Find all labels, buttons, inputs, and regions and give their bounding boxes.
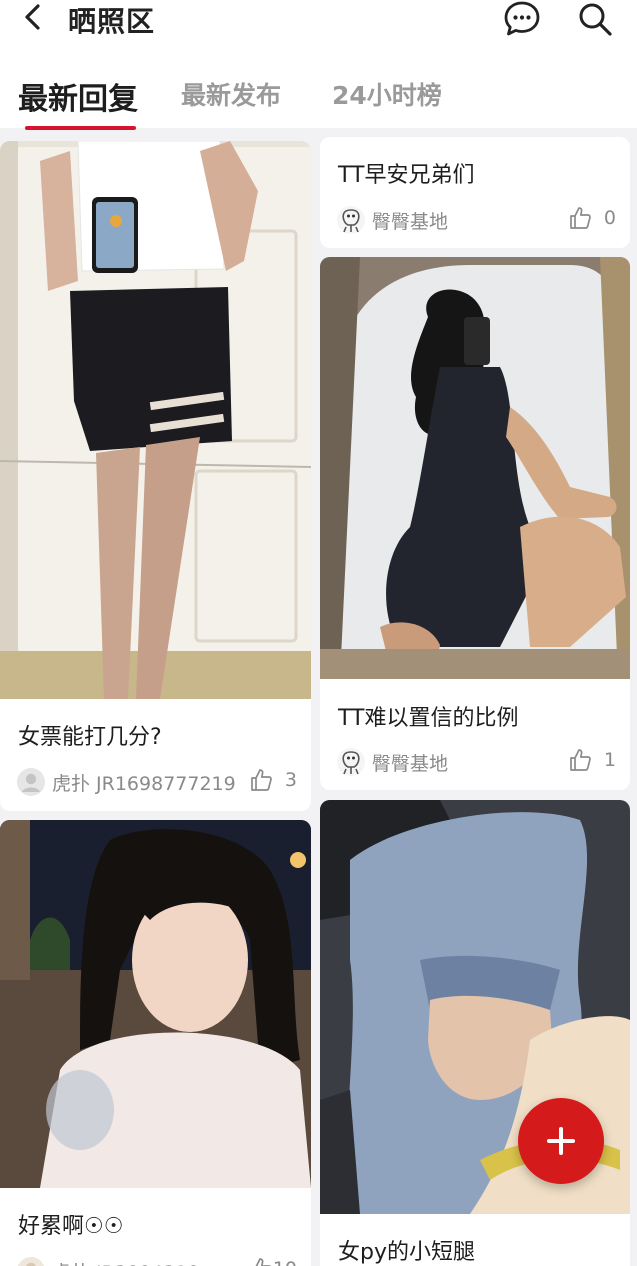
author-name[interactable]: 虎扑 JR1698777219 (52, 769, 236, 796)
thumb-up-icon[interactable] (249, 767, 273, 793)
post-title: 好累啊☉☉ (18, 1214, 124, 1239)
post-title: TT早安兄弟们 (338, 163, 475, 188)
post-card[interactable]: 女票能打几分? 虎扑 JR1698777219 3 (0, 141, 311, 811)
avatar[interactable] (336, 205, 366, 235)
thumb-up-icon[interactable] (568, 205, 592, 231)
thumb-up-icon[interactable] (249, 1256, 273, 1266)
post-meta: 虎扑 JR2094210 10 (16, 1256, 297, 1266)
thumb-up-icon[interactable] (568, 747, 592, 773)
top-bar: 晒照区 最新回复 最新发布 24小时榜 (0, 0, 637, 130)
nav-row: 晒照区 (0, 0, 637, 40)
back-icon[interactable] (16, 0, 52, 36)
tab-24h-ranking[interactable]: 24小时榜 (332, 76, 442, 112)
author-name[interactable]: 臀臀基地 (372, 207, 448, 234)
post-photo (0, 141, 311, 699)
post-photo (320, 257, 630, 679)
page-title: 晒照区 (68, 5, 156, 38)
post-meta: 臀臀基地 0 (336, 205, 616, 235)
create-post-button[interactable] (518, 1098, 604, 1184)
avatar[interactable] (16, 1256, 46, 1266)
avatar[interactable] (16, 767, 46, 797)
post-title: TT难以置信的比例 (338, 706, 519, 731)
post-meta: 虎扑 JR1698777219 3 (16, 767, 297, 797)
post-card[interactable]: 女py的小短腿 (320, 800, 630, 1266)
post-photo (0, 820, 311, 1188)
like-count: 0 (603, 207, 616, 229)
author-name[interactable]: 虎扑 JR2094210 (52, 1258, 199, 1266)
post-feed[interactable]: 女票能打几分? 虎扑 JR1698777219 3 TT早安兄弟们 臀臀基地 0… (0, 130, 637, 1266)
post-card[interactable]: TT早安兄弟们 臀臀基地 0 (320, 137, 630, 248)
like-count: 10 (273, 1258, 297, 1266)
post-card[interactable]: 好累啊☉☉ 虎扑 JR2094210 10 (0, 820, 311, 1266)
tab-latest-reply[interactable]: 最新回复 (18, 74, 138, 118)
post-meta: 臀臀基地 1 (336, 747, 616, 777)
tab-latest-post[interactable]: 最新发布 (181, 76, 281, 112)
tab-bar: 最新回复 最新发布 24小时榜 (0, 70, 637, 130)
avatar[interactable] (336, 747, 366, 777)
post-title: 女py的小短腿 (338, 1240, 475, 1265)
like-count: 1 (603, 749, 616, 771)
search-icon[interactable] (576, 0, 614, 38)
post-card[interactable]: TT难以置信的比例 臀臀基地 1 (320, 257, 630, 790)
post-title: 女票能打几分? (18, 725, 162, 750)
author-name[interactable]: 臀臀基地 (372, 749, 448, 776)
chat-icon[interactable] (502, 0, 542, 38)
like-count: 3 (284, 769, 297, 791)
